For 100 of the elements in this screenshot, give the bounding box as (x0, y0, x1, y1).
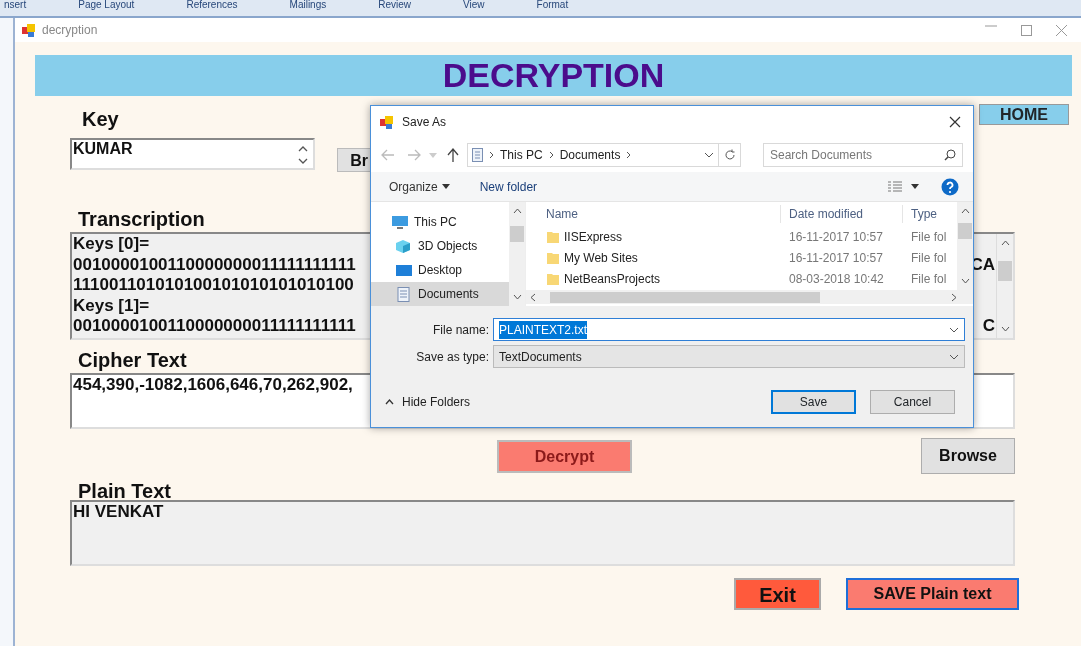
browse-button[interactable]: Br (337, 148, 370, 172)
refresh-icon (723, 149, 736, 161)
field-label: Save as type: (415, 348, 490, 366)
ribbon-tab[interactable]: Mailings (289, 0, 327, 16)
key-value: KUMAR (72, 140, 134, 159)
nav-item[interactable]: 3D Objects (371, 234, 509, 258)
browse-button[interactable]: Browse (921, 438, 1015, 474)
document-icon (472, 148, 483, 162)
scroll-thumb[interactable] (550, 291, 820, 303)
ribbon-tab[interactable]: Page Layout (78, 0, 135, 16)
folder-icon (546, 229, 560, 244)
field-label: Key (82, 107, 119, 128)
horizontal-scrollbar[interactable] (526, 290, 973, 304)
view-menu[interactable] (887, 180, 919, 193)
forward-arrow-icon (407, 149, 421, 161)
scroll-left-icon (530, 292, 536, 302)
cancel-button[interactable]: Cancel (870, 390, 955, 414)
scroll-up-icon (960, 208, 970, 214)
save-button[interactable]: SAVE Plain text (846, 578, 1019, 610)
file-type: File fol (910, 228, 948, 246)
caret-icon (441, 184, 450, 189)
breadcrumb-item[interactable]: Documents (559, 146, 621, 164)
nav-item[interactable]: Documents (371, 282, 509, 306)
file-name[interactable]: IISExpress (526, 227, 780, 246)
dialog-title: Save As (402, 114, 447, 131)
file-date: 16-11-2017 10:57 (788, 228, 884, 246)
scrollbar[interactable] (509, 202, 525, 306)
scroll-up-icon (512, 208, 522, 214)
folder-icon (546, 271, 560, 286)
file-type: File fol (910, 270, 948, 288)
scroll-thumb[interactable] (510, 226, 524, 242)
nav-item[interactable]: Desktop (371, 258, 509, 282)
window-title: decryption (42, 22, 98, 39)
ribbon-tab[interactable]: Review (378, 0, 412, 16)
close-icon (949, 116, 961, 128)
help-icon (941, 177, 959, 196)
maximize-icon[interactable] (1021, 24, 1032, 36)
field-label: Transcription (78, 207, 205, 228)
text-line: 0010000100110000000011111111111 (73, 316, 356, 337)
scrollbar[interactable] (957, 202, 973, 290)
close-icon[interactable] (1056, 24, 1067, 36)
refresh-button[interactable] (719, 143, 741, 167)
file-name[interactable]: NetBeansProjects (526, 269, 780, 288)
scrollbar[interactable] (996, 234, 1013, 338)
field-label: Cipher Text (78, 348, 187, 369)
dropdown-icon (949, 353, 959, 360)
ribbon-tab[interactable]: nsert (4, 0, 27, 16)
chevron-icon (626, 151, 632, 159)
scroll-up-icon (1000, 240, 1010, 246)
organize-menu[interactable]: Organize (389, 177, 450, 196)
search-field[interactable]: Search Documents (763, 143, 963, 167)
monitor-icon (395, 262, 413, 278)
caret-icon (429, 152, 437, 158)
save-button[interactable]: Save (771, 390, 856, 414)
hide-folders-button[interactable]: Hide Folders (385, 393, 471, 411)
scroll-down-icon (1000, 326, 1010, 332)
form-heading: DECRYPTION (35, 55, 1072, 96)
scroll-down-icon (960, 278, 970, 284)
column-header[interactable]: Type (902, 205, 952, 223)
app-icon (21, 23, 36, 39)
caret-icon (911, 184, 919, 189)
scroll-down-icon (512, 294, 522, 300)
decrypt-button[interactable]: Decrypt (497, 440, 632, 473)
folder-icon (546, 250, 560, 265)
breadcrumb-item[interactable]: This PC (500, 146, 543, 164)
text-line: 0010000100110000000011111111111 (73, 254, 356, 275)
field-label: File name: (431, 321, 490, 339)
text-line: Keys [1]= (73, 295, 150, 316)
scroll-thumb[interactable] (958, 223, 972, 239)
file-name[interactable]: My Web Sites (526, 248, 780, 267)
scroll-thumb[interactable] (998, 261, 1012, 281)
dropdown-icon (949, 326, 959, 333)
ribbon-tab[interactable]: View (463, 0, 485, 16)
app-icon (379, 114, 394, 130)
chevron-icon (489, 151, 494, 159)
file-type-dropdown[interactable]: TextDocuments (493, 345, 965, 368)
key-field[interactable]: KUMAR (70, 138, 315, 170)
text-line: C (982, 316, 995, 337)
ribbon-tab[interactable]: Format (536, 0, 569, 16)
column-header[interactable]: Name (526, 205, 780, 223)
home-button[interactable]: HOME (979, 104, 1069, 125)
minimize-icon[interactable] (985, 24, 997, 27)
view-icon (887, 180, 903, 193)
file-type: File fol (910, 249, 948, 267)
file-date: 16-11-2017 10:57 (788, 249, 884, 267)
file-name-field[interactable]: PLAINTEXT2.txt (493, 318, 965, 341)
dropdown-icon (704, 152, 714, 158)
address-bar[interactable]: This PC Documents (467, 143, 719, 167)
exit-button[interactable]: Exit (734, 578, 821, 610)
new-folder-button[interactable]: New folder (479, 177, 538, 196)
column-header[interactable]: Date modified (780, 205, 902, 223)
chevron-icon (548, 151, 554, 159)
field-label: Plain Text (78, 479, 171, 500)
text-line: Keys [0]= (73, 234, 150, 255)
back-arrow-icon (381, 149, 395, 161)
search-icon (944, 149, 956, 161)
computer-icon (391, 214, 409, 230)
ribbon-tab[interactable]: References (186, 0, 238, 16)
nav-item[interactable]: This PC (371, 210, 509, 234)
plain-text-field[interactable]: HI VENKAT (70, 500, 1015, 566)
